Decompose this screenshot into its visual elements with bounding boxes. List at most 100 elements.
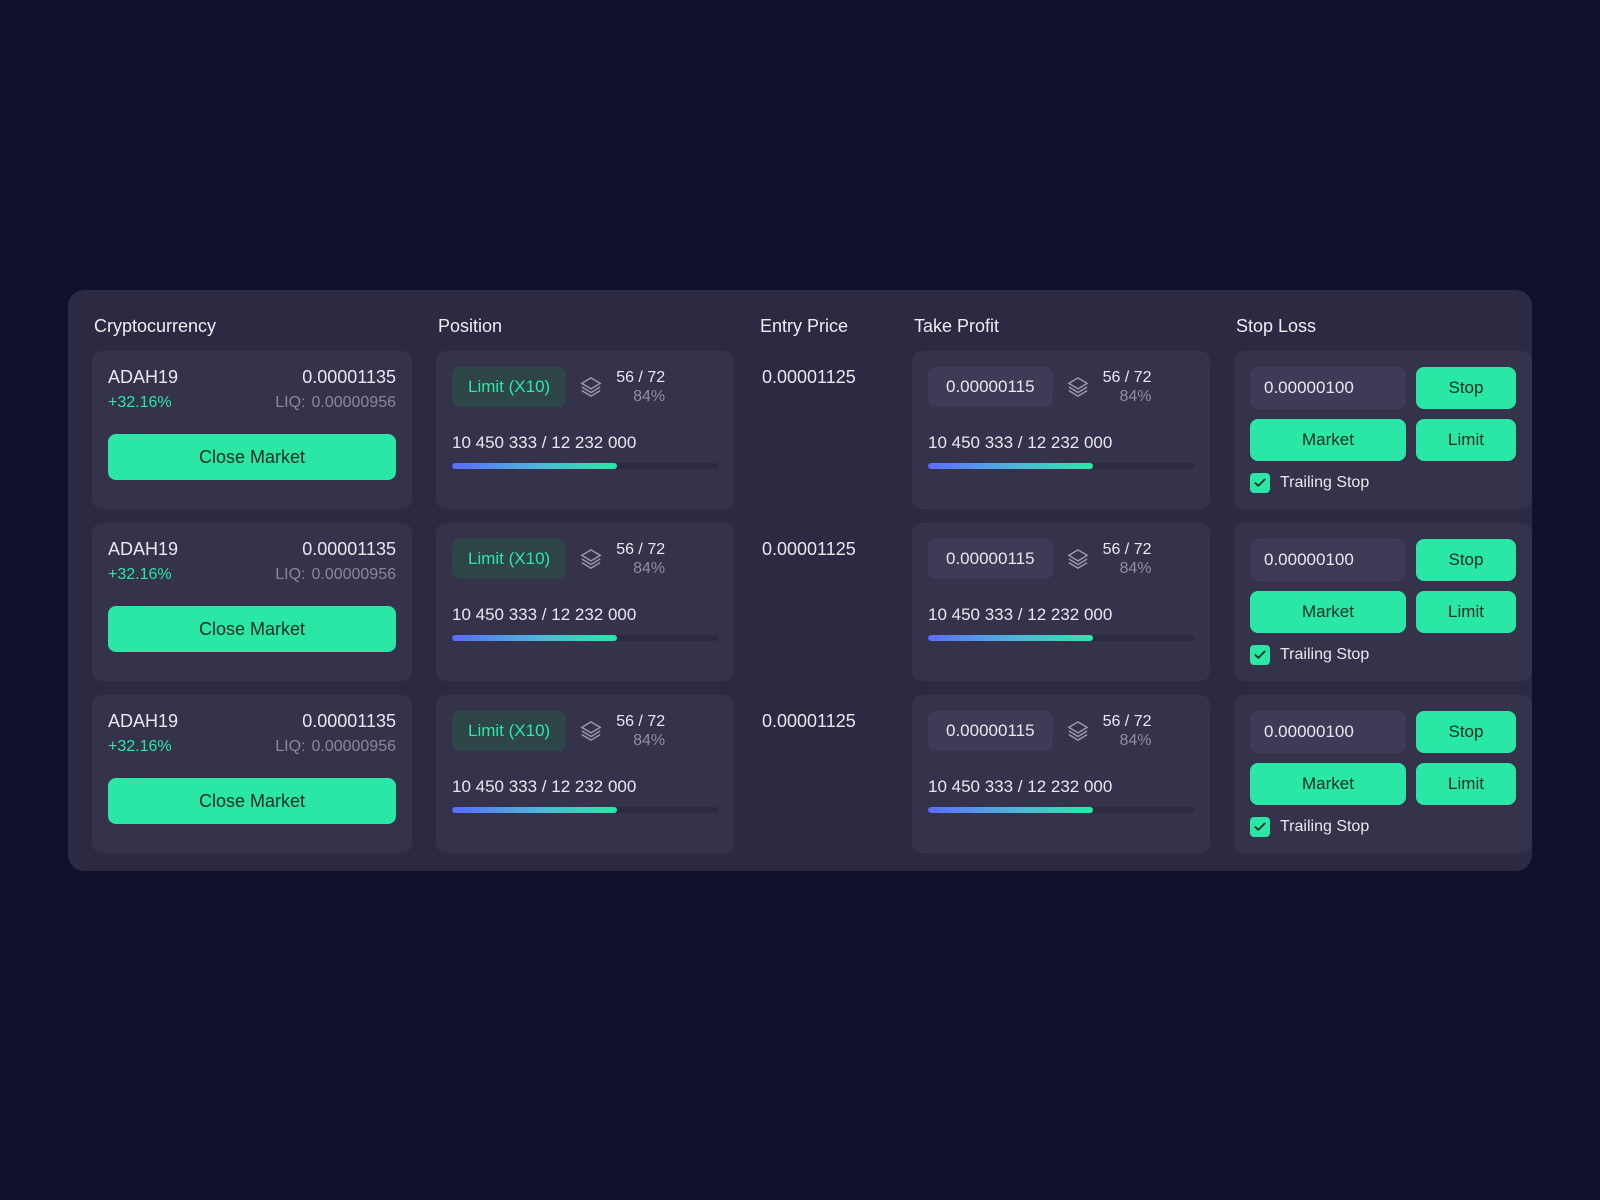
crypto-card: ADAH19 0.00001135 +32.16% LIQ: 0.00000956 Clo…	[92, 351, 412, 509]
tp-volume: 10 450 333 / 12 232 000	[928, 777, 1194, 797]
trailing-stop-label: Trailing Stop	[1280, 474, 1369, 492]
entry-price: 0.00001125	[758, 523, 888, 681]
trailing-stop-checkbox[interactable]	[1250, 645, 1270, 665]
tp-value: 0.00000115	[928, 711, 1053, 751]
position-volume: 10 450 333 / 12 232 000	[452, 433, 718, 453]
tp-progress	[928, 807, 1194, 813]
sl-limit-button[interactable]: Limit	[1416, 419, 1516, 461]
crypto-liq: LIQ: 0.00000956	[275, 738, 396, 756]
position-progress	[452, 463, 718, 469]
sl-value: 0.00000100	[1250, 711, 1406, 753]
tp-progress	[928, 635, 1194, 641]
trailing-stop-label: Trailing Stop	[1280, 818, 1369, 836]
close-market-button[interactable]: Close Market	[108, 434, 396, 480]
tp-ratio-value: 56 / 72	[1103, 712, 1152, 731]
sl-value: 0.00000100	[1250, 539, 1406, 581]
sl-stop-button[interactable]: Stop	[1416, 367, 1516, 409]
sl-market-button[interactable]: Market	[1250, 763, 1406, 805]
stop-loss-card: 0.00000100StopMarketLimit Trailing Stop	[1234, 351, 1532, 509]
tp-value: 0.00000115	[928, 367, 1053, 407]
crypto-card: ADAH19 0.00001135 +32.16% LIQ: 0.00000956 Clo…	[92, 523, 412, 681]
crypto-price: 0.00001135	[302, 367, 396, 388]
position-ratio: 56 / 7284%	[616, 712, 665, 750]
trailing-stop-label: Trailing Stop	[1280, 646, 1369, 664]
sl-value: 0.00000100	[1250, 367, 1406, 409]
tp-value: 0.00000115	[928, 539, 1053, 579]
tp-ratio: 56 / 7284%	[1103, 712, 1152, 750]
col-header-crypto: Cryptocurrency	[92, 310, 412, 351]
trailing-stop-checkbox[interactable]	[1250, 817, 1270, 837]
crypto-symbol: ADAH19	[108, 367, 178, 388]
position-ratio-pct: 84%	[616, 559, 665, 578]
col-header-entry: Entry Price	[758, 310, 888, 351]
position-limit-pill[interactable]: Limit (X10)	[452, 711, 566, 751]
trailing-stop-checkbox[interactable]	[1250, 473, 1270, 493]
close-market-button[interactable]: Close Market	[108, 606, 396, 652]
position-ratio-value: 56 / 72	[616, 540, 665, 559]
sl-limit-button[interactable]: Limit	[1416, 763, 1516, 805]
col-header-tp: Take Profit	[912, 310, 1210, 351]
col-header-sl: Stop Loss	[1234, 310, 1532, 351]
sl-market-button[interactable]: Market	[1250, 419, 1406, 461]
mesh-icon	[580, 548, 602, 570]
crypto-liq-label: LIQ:	[275, 394, 305, 411]
crypto-change: +32.16%	[108, 394, 172, 412]
entry-price: 0.00001125	[758, 351, 888, 509]
position-volume: 10 450 333 / 12 232 000	[452, 605, 718, 625]
stop-loss-card: 0.00000100StopMarketLimit Trailing Stop	[1234, 695, 1532, 853]
col-header-position: Position	[436, 310, 734, 351]
positions-panel: Cryptocurrency Position Entry Price Take Pr…	[68, 290, 1532, 871]
crypto-change: +32.16%	[108, 566, 172, 584]
mesh-icon	[1067, 376, 1089, 398]
position-volume: 10 450 333 / 12 232 000	[452, 777, 718, 797]
crypto-symbol: ADAH19	[108, 539, 178, 560]
crypto-price: 0.00001135	[302, 711, 396, 732]
close-market-button[interactable]: Close Market	[108, 778, 396, 824]
crypto-liq: LIQ: 0.00000956	[275, 394, 396, 412]
take-profit-card: 0.00000115 56 / 7284% 10 450 333 / 12 232 …	[912, 523, 1210, 681]
tp-ratio-value: 56 / 72	[1103, 368, 1152, 387]
sl-limit-button[interactable]: Limit	[1416, 591, 1516, 633]
tp-ratio-value: 56 / 72	[1103, 540, 1152, 559]
position-limit-pill[interactable]: Limit (X10)	[452, 539, 566, 579]
tp-volume: 10 450 333 / 12 232 000	[928, 605, 1194, 625]
tp-volume: 10 450 333 / 12 232 000	[928, 433, 1194, 453]
position-ratio-value: 56 / 72	[616, 368, 665, 387]
tp-ratio-pct: 84%	[1103, 559, 1152, 578]
crypto-liq-label: LIQ:	[275, 566, 305, 583]
crypto-liq-value: 0.00000956	[311, 738, 396, 755]
tp-ratio: 56 / 7284%	[1103, 540, 1152, 578]
position-ratio-pct: 84%	[616, 731, 665, 750]
crypto-liq-value: 0.00000956	[311, 394, 396, 411]
crypto-card: ADAH19 0.00001135 +32.16% LIQ: 0.00000956 Clo…	[92, 695, 412, 853]
crypto-price: 0.00001135	[302, 539, 396, 560]
crypto-liq: LIQ: 0.00000956	[275, 566, 396, 584]
position-ratio: 56 / 7284%	[616, 540, 665, 578]
mesh-icon	[580, 376, 602, 398]
stop-loss-card: 0.00000100StopMarketLimit Trailing Stop	[1234, 523, 1532, 681]
tp-ratio-pct: 84%	[1103, 731, 1152, 750]
mesh-icon	[1067, 720, 1089, 742]
position-limit-pill[interactable]: Limit (X10)	[452, 367, 566, 407]
take-profit-card: 0.00000115 56 / 7284% 10 450 333 / 12 232 …	[912, 351, 1210, 509]
crypto-symbol: ADAH19	[108, 711, 178, 732]
position-card: Limit (X10) 56 / 7284% 10 450 333 / 12 232…	[436, 523, 734, 681]
position-progress	[452, 807, 718, 813]
position-card: Limit (X10) 56 / 7284% 10 450 333 / 12 232…	[436, 351, 734, 509]
position-progress	[452, 635, 718, 641]
sl-market-button[interactable]: Market	[1250, 591, 1406, 633]
position-ratio-value: 56 / 72	[616, 712, 665, 731]
entry-price: 0.00001125	[758, 695, 888, 853]
position-ratio-pct: 84%	[616, 387, 665, 406]
crypto-liq-value: 0.00000956	[311, 566, 396, 583]
take-profit-card: 0.00000115 56 / 7284% 10 450 333 / 12 232 …	[912, 695, 1210, 853]
mesh-icon	[580, 720, 602, 742]
sl-stop-button[interactable]: Stop	[1416, 539, 1516, 581]
sl-stop-button[interactable]: Stop	[1416, 711, 1516, 753]
crypto-change: +32.16%	[108, 738, 172, 756]
crypto-liq-label: LIQ:	[275, 738, 305, 755]
tp-ratio: 56 / 7284%	[1103, 368, 1152, 406]
tp-ratio-pct: 84%	[1103, 387, 1152, 406]
position-ratio: 56 / 7284%	[616, 368, 665, 406]
mesh-icon	[1067, 548, 1089, 570]
